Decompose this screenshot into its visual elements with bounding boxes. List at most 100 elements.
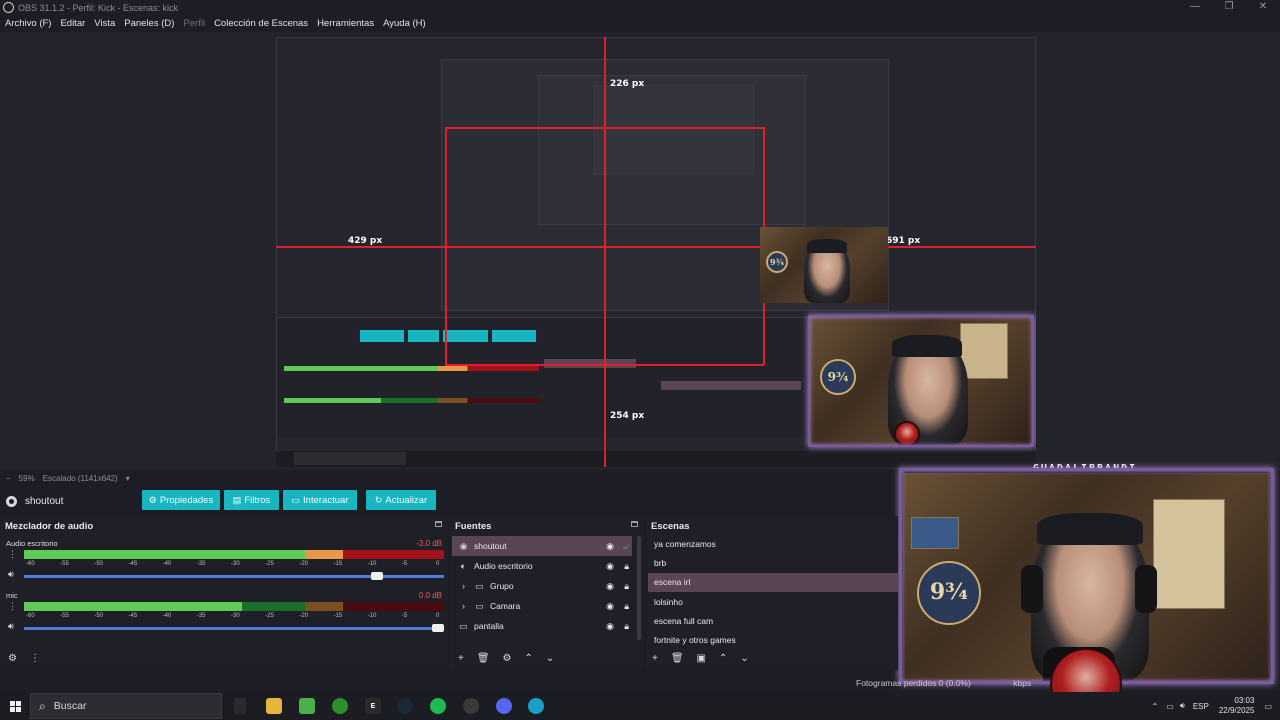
scene-item[interactable]: lolsinho — [648, 592, 898, 611]
filters-button[interactable]: ▤ Filtros — [224, 490, 279, 510]
visibility-icon[interactable]: ◉ — [606, 601, 614, 612]
scene-filters-icon[interactable]: ▣ — [697, 653, 706, 664]
menu-profile[interactable]: Perfil — [183, 18, 205, 29]
lock-icon[interactable]: 🔒︎ — [624, 561, 629, 572]
interact-button[interactable]: ▭ Interactuar — [283, 490, 357, 510]
volume-slider-knob[interactable] — [432, 624, 444, 632]
source-label: Grupo — [490, 581, 514, 591]
source-properties-icon[interactable]: ⚙ — [503, 653, 512, 664]
scene-item[interactable]: escena irl — [648, 572, 898, 592]
discord-icon[interactable] — [496, 698, 512, 714]
file-explorer-icon[interactable] — [266, 698, 282, 714]
windows-start-icon[interactable] — [0, 692, 30, 720]
remove-scene-icon[interactable]: 🗑︎ — [671, 653, 684, 664]
lock-icon[interactable]: 🔒︎ — [624, 601, 629, 612]
scene-item[interactable]: ya comenzamos — [648, 534, 898, 553]
track-menu-icon[interactable]: ⋮ — [8, 549, 17, 560]
undock-icon[interactable] — [631, 521, 638, 527]
zoom-out-button[interactable]: − — [6, 474, 11, 483]
source-item[interactable]: › ▭ Camara ◉ 🔒︎ — [452, 596, 632, 616]
volume-icon[interactable]: 🔊︎ — [8, 569, 14, 580]
maximize-button[interactable]: ❐ — [1212, 0, 1246, 15]
track-db: -3.0 dB — [416, 539, 442, 548]
add-source-icon[interactable]: + — [458, 653, 464, 664]
edge-icon[interactable] — [528, 698, 544, 714]
xbox-icon[interactable] — [332, 698, 348, 714]
source-item[interactable]: ◉ shoutout ◉ 🔓︎ — [452, 536, 632, 556]
kbps-label: kbps — [1013, 678, 1032, 688]
source-item[interactable]: › ▭ Grupo ◉ 🔒︎ — [452, 576, 632, 596]
window-title: OBS 31.1.2 - Perfil: Kick - Escenas: kic… — [18, 2, 179, 13]
menu-help[interactable]: Ayuda (H) — [383, 18, 426, 29]
scale-tick-label: -60 — [26, 561, 35, 567]
lock-icon[interactable]: 🔒︎ — [624, 581, 629, 592]
menu-docks[interactable]: Paneles (D) — [124, 18, 174, 29]
sources-list: ◉ shoutout ◉ 🔓︎ 🔈︎ Audio escritorio ◉ 🔒︎… — [452, 536, 632, 636]
task-view-icon[interactable] — [234, 698, 246, 714]
menu-scene-collection[interactable]: Colección de Escenas — [214, 18, 308, 29]
track-menu-icon[interactable]: ⋮ — [8, 601, 17, 612]
tray-network-icon[interactable]: ▭ — [1166, 702, 1174, 711]
remove-source-icon[interactable]: 🗑︎ — [477, 653, 490, 664]
nested-webcam-frame — [808, 315, 1034, 447]
move-up-icon[interactable]: ⌃ — [525, 653, 533, 664]
volume-icon[interactable]: 🔊︎ — [8, 621, 14, 632]
visibility-icon[interactable]: ◉ — [606, 621, 614, 632]
tray-volume-icon[interactable]: 🔊︎ — [1180, 701, 1185, 711]
obs-icon[interactable] — [463, 698, 479, 714]
expand-chevron-icon[interactable]: › — [458, 581, 469, 591]
volume-slider[interactable] — [24, 572, 444, 580]
guide-box-top — [445, 127, 764, 129]
properties-button[interactable]: ⚙ Propiedades — [142, 490, 220, 510]
mixer-menu-icon[interactable]: ⋮ — [30, 653, 40, 664]
lock-icon[interactable]: 🔒︎ — [624, 621, 629, 632]
scene-item[interactable]: fortnite y otros games — [648, 630, 898, 649]
preview-canvas[interactable]: 226 px 429 px 691 px 254 px 9¾ 9¾ — [276, 37, 1036, 467]
scale-tick-label: -5 — [401, 613, 408, 619]
visibility-icon[interactable]: ◉ — [606, 561, 614, 572]
minimize-button[interactable]: — — [1178, 0, 1212, 15]
source-item[interactable]: ▭ pantalla ◉ 🔒︎ — [452, 616, 632, 636]
expand-chevron-icon[interactable]: › — [458, 601, 469, 611]
clock[interactable]: 03:03 22/9/2025 — [1219, 696, 1255, 716]
taskbar-search[interactable]: ⌕ Buscar — [30, 693, 222, 719]
preview-zoom-bar: − 59% Escalado (1141x642) ▾ — [0, 470, 900, 486]
steam-icon[interactable] — [397, 698, 413, 714]
notifications-icon[interactable]: ▭ — [1264, 702, 1272, 711]
add-scene-icon[interactable]: + — [652, 653, 658, 664]
advanced-audio-icon[interactable]: ⚙ — [8, 653, 17, 664]
menu-edit[interactable]: Editar — [60, 18, 85, 29]
volume-slider[interactable] — [24, 624, 444, 632]
scene-label: escena irl — [654, 577, 691, 588]
close-button[interactable]: ✕ — [1246, 0, 1280, 15]
mixer-title: Mezclador de audio — [5, 521, 94, 532]
track-db: 0.0 dB — [418, 591, 442, 600]
nested-meter-1 — [284, 366, 539, 371]
unlock-icon[interactable]: 🔓︎ — [623, 541, 629, 552]
nested-webcam-small: 9¾ — [760, 227, 888, 303]
scene-up-icon[interactable]: ⌃ — [719, 653, 727, 664]
menu-tools[interactable]: Herramientas — [317, 18, 374, 29]
language-indicator[interactable]: ESP — [1193, 702, 1209, 711]
scene-item[interactable]: brb — [648, 553, 898, 572]
tray-chevron-icon[interactable]: ⌃ — [1152, 702, 1159, 711]
menu-view[interactable]: Vista — [94, 18, 115, 29]
source-item[interactable]: 🔈︎ Audio escritorio ◉ 🔒︎ — [452, 556, 632, 576]
scene-item[interactable]: escena full cam — [648, 611, 898, 630]
visibility-icon[interactable]: ◉ — [606, 581, 614, 592]
menu-file[interactable]: Archivo (F) — [5, 18, 51, 29]
sources-scrollbar[interactable] — [637, 536, 641, 640]
volume-meter — [24, 602, 444, 611]
undock-icon[interactable] — [435, 521, 442, 527]
move-down-icon[interactable]: ⌄ — [546, 653, 554, 664]
visibility-icon[interactable]: ◉ — [606, 541, 614, 552]
guide-label-right: 691 px — [886, 236, 921, 246]
refresh-button[interactable]: ↻ Actualizar — [366, 490, 436, 510]
folder-icon: ▭ — [475, 580, 484, 591]
minecraft-icon[interactable] — [299, 698, 315, 714]
scaling-dropdown-icon[interactable]: ▾ — [126, 474, 130, 483]
volume-slider-knob[interactable] — [370, 572, 383, 580]
epic-games-icon[interactable]: E — [365, 698, 381, 714]
scene-down-icon[interactable]: ⌄ — [740, 653, 748, 664]
spotify-icon[interactable] — [430, 698, 446, 714]
